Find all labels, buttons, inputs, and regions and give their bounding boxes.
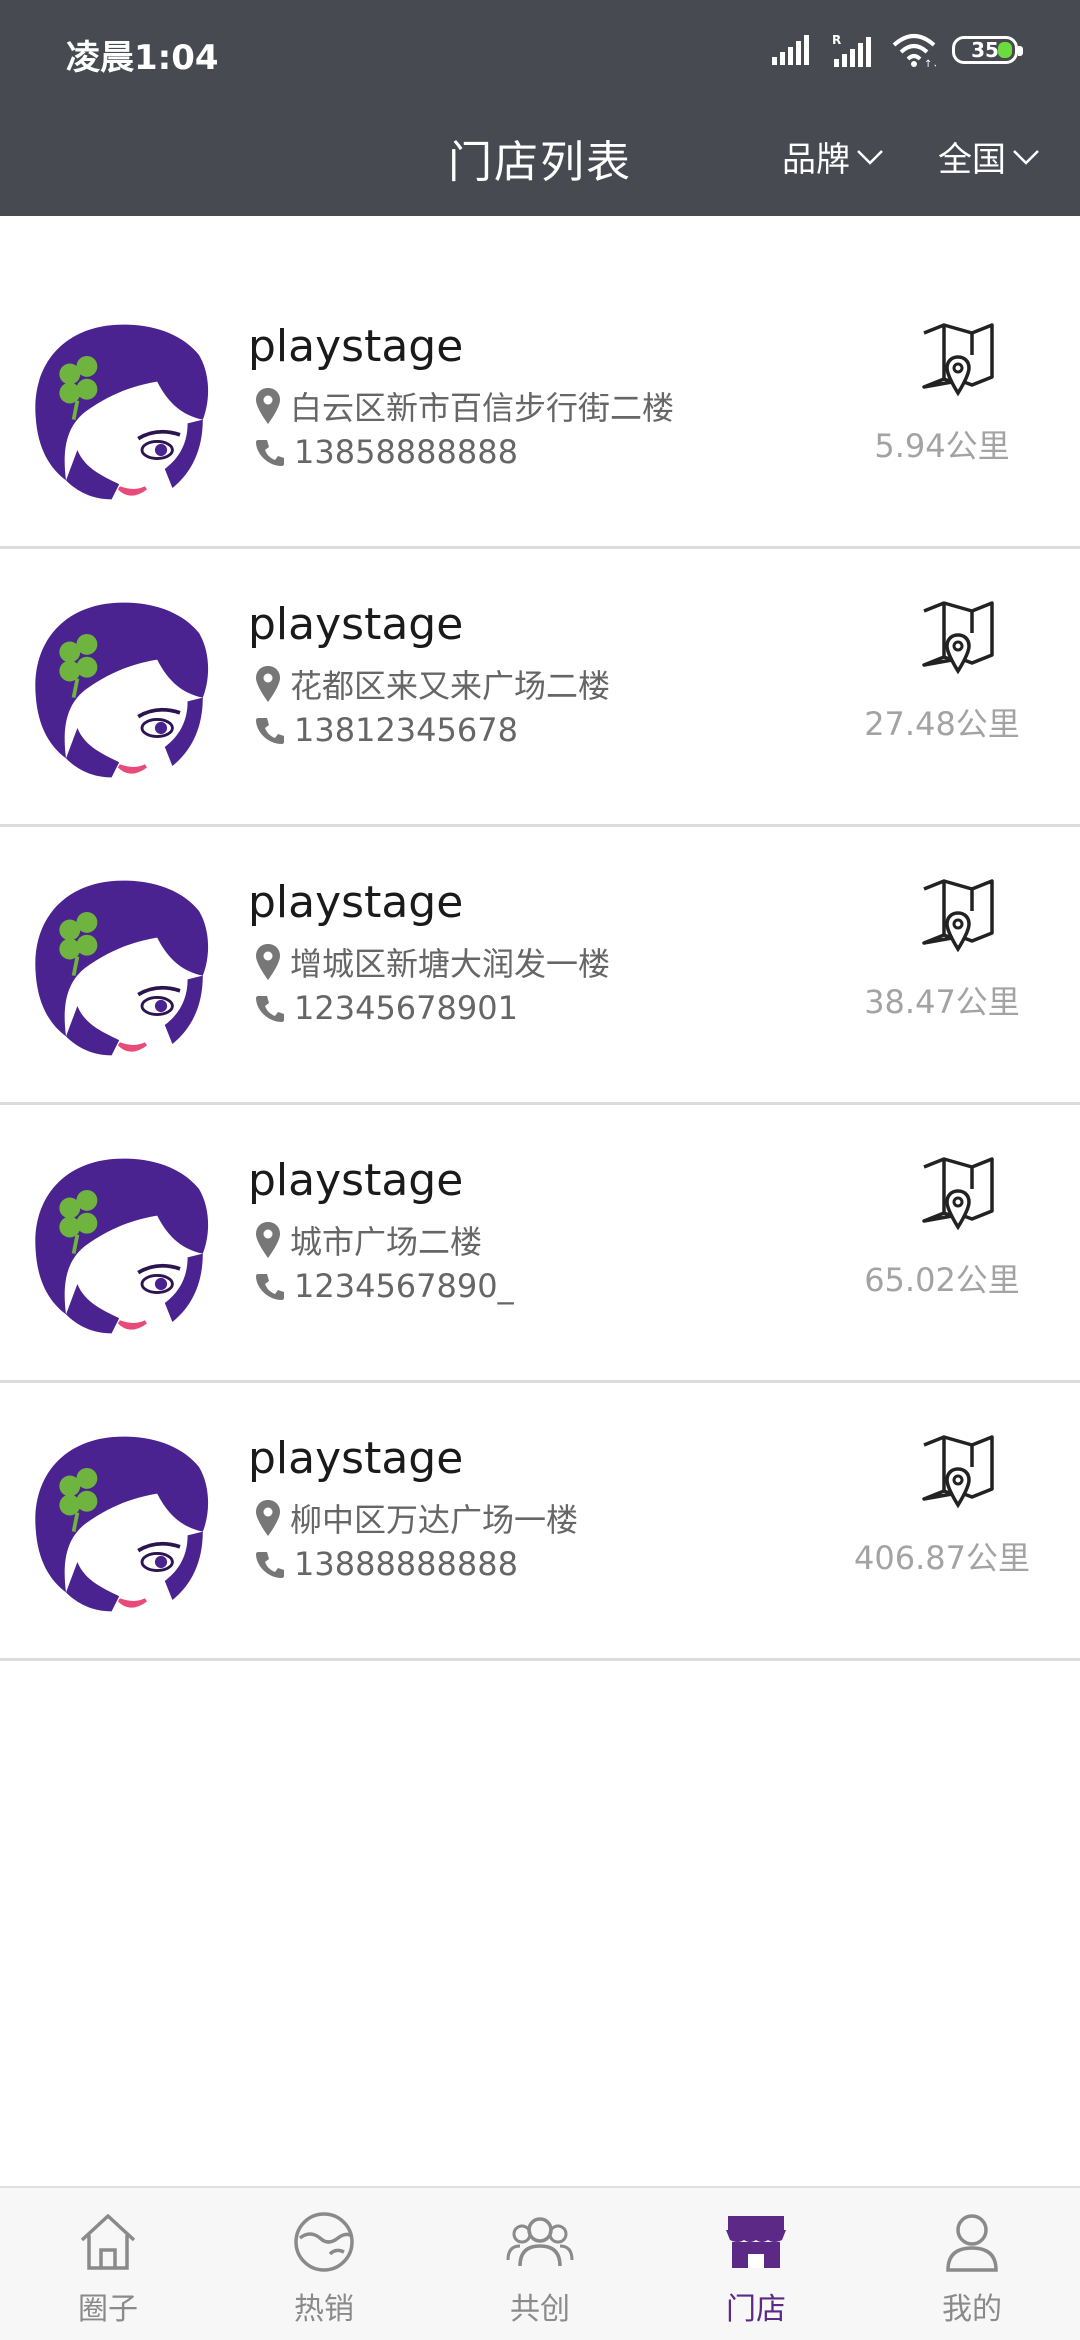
store-address: 增城区新塘大润发一楼 xyxy=(256,939,610,985)
store-phone[interactable]: 1234567890_ xyxy=(256,1267,514,1305)
store-name: playstage xyxy=(248,599,464,650)
profile-icon xyxy=(946,2214,998,2272)
location-pin-icon xyxy=(256,666,280,702)
store-row[interactable]: playstage 花都区来又来广场二楼 13812345678 27.48公里 xyxy=(0,549,1080,827)
battery-text: 35 xyxy=(971,38,999,62)
store-phone[interactable]: 13888888888 xyxy=(256,1545,518,1583)
location-pin-icon xyxy=(256,1222,280,1258)
location-pin-icon xyxy=(256,1500,280,1536)
phone-icon xyxy=(256,1552,284,1578)
store-name: playstage xyxy=(248,1433,464,1484)
tab-mine[interactable]: 我的 xyxy=(864,2188,1080,2340)
store-avatar xyxy=(28,873,218,1063)
hot-sale-icon xyxy=(294,2212,354,2272)
store-phone[interactable]: 12345678901 xyxy=(256,989,518,1027)
store-avatar xyxy=(28,317,218,507)
store-phone-text: 13858888888 xyxy=(294,433,518,471)
svg-text:↑↓: ↑↓ xyxy=(924,59,936,67)
store-address-text: 增城区新塘大润发一楼 xyxy=(290,945,611,983)
store-distance: 406.87公里 xyxy=(854,1539,1030,1577)
brand-filter-label: 品牌 xyxy=(782,140,850,180)
region-filter-label: 全国 xyxy=(938,140,1006,180)
people-icon xyxy=(506,2217,574,2267)
map-icon[interactable] xyxy=(920,599,996,675)
phone-icon xyxy=(256,1274,284,1300)
store-row[interactable]: playstage 柳中区万达广场一楼 13888888888 406.87公里 xyxy=(0,1383,1080,1661)
map-icon[interactable] xyxy=(920,877,996,953)
map-icon[interactable] xyxy=(920,1155,996,1231)
status-time: 凌晨1:04 xyxy=(66,38,219,78)
tab-circle[interactable]: 圈子 xyxy=(0,2188,216,2340)
map-icon[interactable] xyxy=(920,321,996,397)
store-avatar xyxy=(28,1429,218,1619)
chevron-down-icon xyxy=(1013,149,1039,165)
store-avatar xyxy=(28,595,218,785)
store-address-text: 白云区新市百信步行街二楼 xyxy=(290,389,675,427)
tab-co-create[interactable]: 共创 xyxy=(432,2188,648,2340)
store-row[interactable]: playstage 白云区新市百信步行街二楼 13858888888 5.94公… xyxy=(0,216,1080,549)
brand-filter[interactable]: 品牌 xyxy=(782,132,884,181)
page-title: 门店列表 xyxy=(448,137,632,188)
store-name: playstage xyxy=(248,1155,464,1206)
store-distance: 27.48公里 xyxy=(864,705,1020,743)
store-phone-text: 12345678901 xyxy=(294,989,518,1027)
tab-label: 我的 xyxy=(942,2292,1002,2327)
store-distance: 65.02公里 xyxy=(864,1261,1020,1299)
phone-icon xyxy=(256,996,284,1022)
tab-store[interactable]: 门店 xyxy=(648,2188,864,2340)
tab-label: 圈子 xyxy=(78,2292,138,2327)
store-icon xyxy=(726,2216,786,2268)
signal-icon xyxy=(772,35,809,65)
store-avatar xyxy=(28,1151,218,1341)
tab-hot-sale[interactable]: 热销 xyxy=(216,2188,432,2340)
header: 凌晨1:04 R ↑↓ 35 门店列表 xyxy=(0,0,1080,216)
store-phone-text: 1234567890_ xyxy=(294,1267,514,1305)
phone-icon xyxy=(256,440,284,466)
tab-label: 共创 xyxy=(510,2292,570,2327)
store-phone-text: 13812345678 xyxy=(294,711,518,749)
status-icons: R ↑↓ 35 xyxy=(772,28,1023,72)
store-name: playstage xyxy=(248,877,464,928)
store-address-text: 柳中区万达广场一楼 xyxy=(290,1501,579,1539)
store-phone[interactable]: 13858888888 xyxy=(256,433,518,471)
home-icon xyxy=(80,2214,136,2270)
store-address-text: 花都区来又来广场二楼 xyxy=(290,667,611,705)
tab-label: 热销 xyxy=(294,2292,354,2327)
store-phone[interactable]: 13812345678 xyxy=(256,711,518,749)
battery-icon: 35 xyxy=(952,36,1023,64)
store-name: playstage xyxy=(248,321,464,372)
store-address: 花都区来又来广场二楼 xyxy=(256,661,610,707)
store-row[interactable]: playstage 增城区新塘大润发一楼 12345678901 38.47公里 xyxy=(0,827,1080,1105)
tab-label: 门店 xyxy=(726,2292,786,2327)
region-filter[interactable]: 全国 xyxy=(938,132,1040,181)
store-address: 柳中区万达广场一楼 xyxy=(256,1495,578,1541)
map-icon[interactable] xyxy=(920,1433,996,1509)
chevron-down-icon xyxy=(857,149,883,165)
store-phone-text: 13888888888 xyxy=(294,1545,518,1583)
wifi-icon: ↑↓ xyxy=(892,34,936,67)
bottom-tab-bar: 圈子 热销 共创 门店 我的 xyxy=(0,2186,1080,2340)
svg-text:R: R xyxy=(832,33,841,47)
store-row[interactable]: playstage 城市广场二楼 1234567890_ 65.02公里 xyxy=(0,1105,1080,1383)
store-address-text: 城市广场二楼 xyxy=(290,1223,483,1261)
store-list: playstage 白云区新市百信步行街二楼 13858888888 5.94公… xyxy=(0,216,1080,1661)
location-pin-icon xyxy=(256,944,280,980)
store-distance: 5.94公里 xyxy=(874,427,1010,465)
roaming-signal-icon: R xyxy=(832,33,871,67)
phone-icon xyxy=(256,718,284,744)
store-address: 白云区新市百信步行街二楼 xyxy=(256,383,674,429)
location-pin-icon xyxy=(256,388,280,424)
store-distance: 38.47公里 xyxy=(864,983,1020,1021)
store-address: 城市广场二楼 xyxy=(256,1217,482,1263)
battery-level xyxy=(998,42,1012,58)
